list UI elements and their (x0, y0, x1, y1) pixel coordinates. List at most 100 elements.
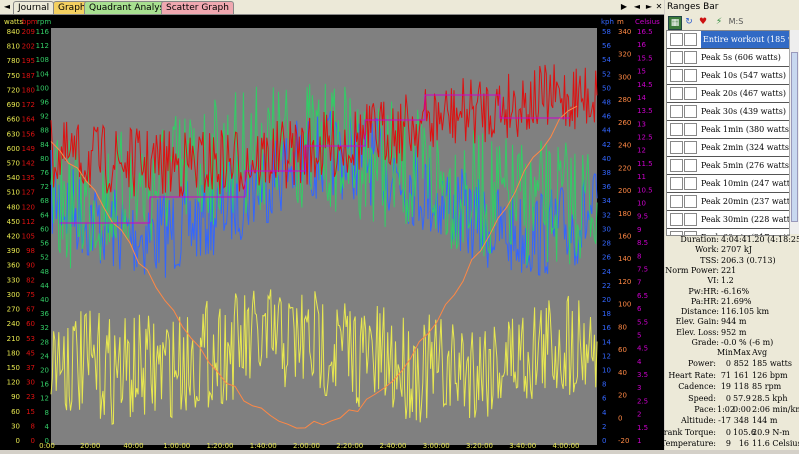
range-item[interactable]: Peak 30s (439 watts) (667, 103, 789, 121)
x-tick-label: 3:20:00 (466, 442, 493, 450)
range-checkbox[interactable] (684, 51, 697, 64)
range-checkbox[interactable] (670, 105, 683, 118)
range-checkbox[interactable] (670, 141, 683, 154)
rpm-tick-label: 28 (40, 338, 49, 346)
range-checkbox[interactable] (670, 195, 683, 208)
celsius-tick-label: 8.5 (637, 239, 648, 247)
graph-area[interactable]: watts bpm rpm kph m Celsius 840 810 780 750 720 690… (0, 15, 664, 450)
scroll-left-button[interactable]: ◄ (631, 1, 643, 13)
range-checkbox[interactable] (684, 105, 697, 118)
celsius-tick-label: 4.5 (637, 345, 648, 353)
ranges-scrollbar[interactable] (789, 30, 799, 234)
celsius-tick-label: 1.5 (637, 424, 648, 432)
watts-tick-label: 420 (7, 233, 20, 241)
range-item[interactable]: Entire workout (185 watts) (667, 31, 789, 49)
watts-tick-label: 0 (16, 437, 20, 445)
celsius-tick-label: 13.5 (637, 107, 653, 115)
range-item[interactable]: Peak 10min (247 watts) (667, 175, 789, 193)
workout-graph[interactable]: wattsbpm rpm kph m Celsius840810780750720690… (0, 15, 664, 450)
range-item[interactable]: Peak 20s (467 watts) (667, 85, 789, 103)
summary-row: Grade: -0.0 % (-6 m) (665, 338, 799, 348)
kph-tick-label: 36 (602, 183, 611, 191)
m-tick-label: 180 (618, 210, 631, 218)
close-icon[interactable]: ✕ (653, 1, 665, 13)
previous-tab-button[interactable]: ◄ (1, 1, 13, 13)
bpm-tick-label: 142 (22, 159, 35, 167)
bpm-tick-label: 195 (22, 57, 35, 65)
range-checkbox[interactable] (684, 141, 697, 154)
m-tick-label: 140 (618, 255, 631, 263)
tab-scatter-graph[interactable]: Scatter Graph (161, 1, 234, 14)
summary-key: Elev. Loss: (676, 327, 719, 337)
stats-cell: 1:02 (717, 405, 735, 414)
rpm-tick-label: 36 (40, 310, 49, 318)
kph-tick-label: 44 (602, 127, 611, 135)
x-tick-label: 1:40:00 (250, 442, 277, 450)
celsius-tick-label: 10 (637, 200, 646, 208)
kph-tick-label: 12 (602, 352, 611, 360)
range-checkbox[interactable] (670, 159, 683, 172)
range-checkbox[interactable] (684, 69, 697, 82)
summary-key: Duration: (680, 235, 719, 244)
range-checkbox[interactable] (670, 177, 683, 190)
stats-cell: Avg (752, 348, 768, 357)
watts-tick-label: 510 (7, 189, 20, 197)
m-tick-label: 80 (618, 323, 627, 331)
range-checkbox[interactable] (684, 177, 697, 190)
stats-row: Temperature: 9 16 11.6 Celsius (661, 439, 799, 449)
range-checkbox[interactable] (684, 159, 697, 172)
kph-tick-label: 46 (602, 113, 611, 121)
ms-toggle-button[interactable]: M:S (727, 16, 745, 28)
rpm-tick-label: 112 (36, 42, 49, 50)
tab-journal[interactable]: Journal (13, 1, 55, 14)
bpm-tick-label: 60 (26, 320, 35, 328)
bpm-tick-label: 30 (26, 379, 35, 387)
range-checkbox[interactable] (670, 87, 683, 100)
kph-tick-label: 58 (602, 28, 611, 36)
range-label: Peak 30s (439 watts) (701, 107, 786, 116)
range-item[interactable]: Peak 1min (380 watts) (667, 121, 789, 139)
range-item[interactable]: Peak 20min (237 watts) (667, 193, 789, 211)
refresh-icon[interactable]: ↻ (683, 16, 695, 28)
summary-row: Work: 2707 kJ (665, 245, 799, 255)
watts-tick-label: 150 (7, 364, 20, 372)
bpm-tick-label: 202 (22, 43, 35, 51)
range-item[interactable]: Peak 5s (606 watts) (667, 49, 789, 67)
range-item[interactable]: Peak 30min (228 watts) (667, 211, 789, 229)
range-item[interactable]: Peak 5min (276 watts) (667, 157, 789, 175)
kph-tick-label: 40 (602, 155, 611, 163)
range-checkbox[interactable] (684, 195, 697, 208)
play-button[interactable]: ▶ (618, 1, 630, 13)
bpm-tick-label: 0 (31, 437, 35, 445)
kph-tick-label: 28 (602, 240, 611, 248)
heart-icon[interactable]: ♥ (697, 16, 709, 28)
celsius-tick-label: 16.5 (637, 28, 653, 36)
range-item[interactable]: Peak 10s (547 watts) (667, 67, 789, 85)
scrollbar-thumb[interactable] (791, 52, 798, 222)
range-checkbox[interactable] (670, 33, 683, 46)
power-icon[interactable]: ⚡ (713, 16, 725, 28)
range-checkbox[interactable] (670, 123, 683, 136)
range-item[interactable]: Peak 2min (324 watts) (667, 139, 789, 157)
summary-value: 221 (721, 265, 737, 275)
range-checkbox[interactable] (670, 213, 683, 226)
celsius-tick-label: 6 (637, 305, 642, 313)
bpm-tick-label: 15 (26, 408, 35, 416)
kph-tick-label: 34 (602, 197, 611, 205)
celsius-tick-label: 12 (637, 147, 646, 155)
bpm-tick-label: 156 (22, 130, 36, 138)
range-checkbox[interactable] (684, 87, 697, 100)
bpm-tick-label: 127 (22, 189, 35, 197)
range-checkbox[interactable] (670, 51, 683, 64)
chart-icon[interactable]: ▦ (668, 16, 682, 30)
stats-cell: Min (717, 348, 733, 357)
ranges-list[interactable]: Entire workout (185 watts) Peak 5s (606 w… (666, 30, 790, 236)
range-checkbox[interactable] (684, 213, 697, 226)
range-checkbox[interactable] (684, 123, 697, 136)
range-checkbox[interactable] (670, 69, 683, 82)
stats-cell: 85 rpm (752, 382, 782, 392)
stats-header: Min Max Avg (665, 348, 799, 358)
range-checkbox[interactable] (684, 33, 697, 46)
axis-title-rpm: rpm (37, 18, 51, 26)
kph-tick-label: 8 (602, 381, 606, 389)
